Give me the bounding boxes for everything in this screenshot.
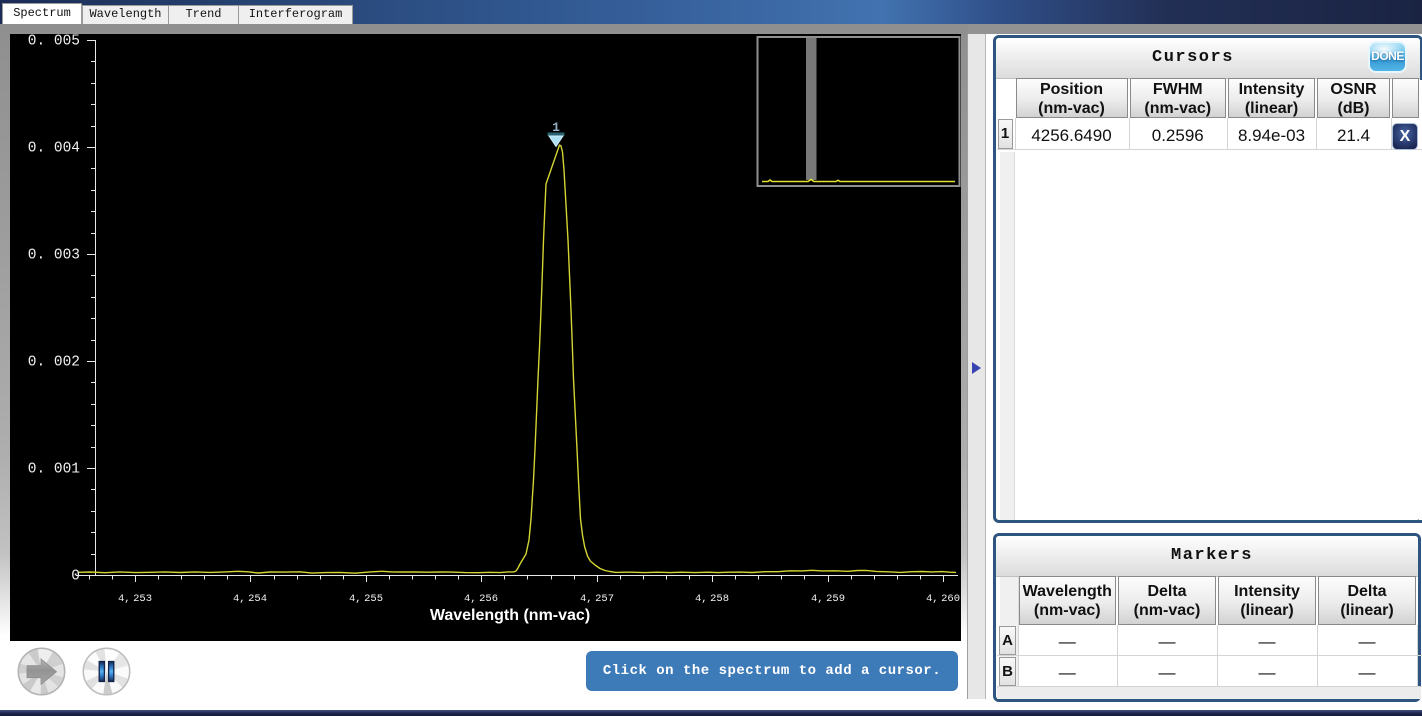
- svg-text:0. 001: 0. 001: [28, 462, 80, 478]
- svg-text:4,256: 4,256: [464, 593, 498, 605]
- svg-text:0. 004: 0. 004: [28, 141, 80, 157]
- svg-text:4,254: 4,254: [233, 593, 267, 605]
- svg-text:4,259: 4,259: [811, 593, 845, 605]
- svg-text:4,260: 4,260: [926, 593, 960, 605]
- svg-text:4,253: 4,253: [118, 593, 152, 605]
- svg-text:4,257: 4,257: [580, 593, 614, 605]
- svg-text:0. 005: 0. 005: [28, 34, 80, 50]
- svg-text:0. 002: 0. 002: [28, 355, 80, 371]
- svg-text:4,255: 4,255: [349, 593, 383, 605]
- svg-text:1: 1: [552, 120, 560, 135]
- svg-text:0: 0: [71, 569, 80, 585]
- svg-text:4,258: 4,258: [695, 593, 729, 605]
- svg-text:0. 003: 0. 003: [28, 248, 80, 264]
- svg-text:Wavelength (nm-vac): Wavelength (nm-vac): [430, 607, 590, 624]
